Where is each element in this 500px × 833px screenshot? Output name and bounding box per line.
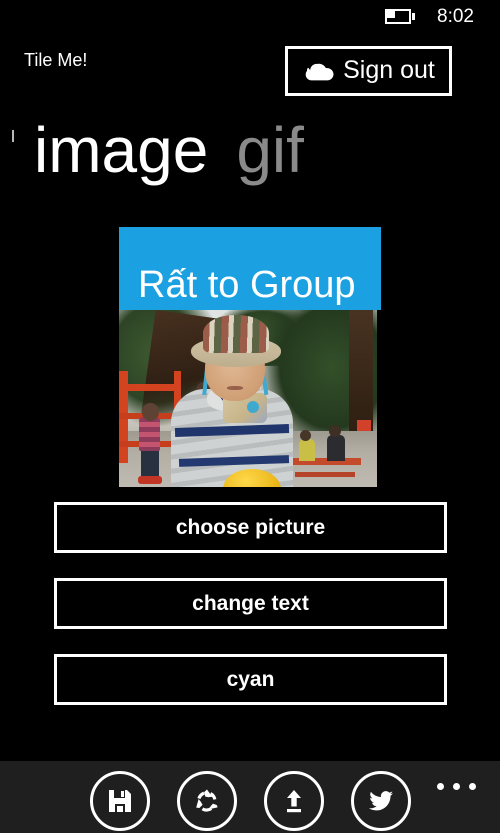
pivot-previous-sliver[interactable] [12, 130, 14, 142]
sign-out-label: Sign out [343, 55, 435, 84]
photo-person-seated-dark-head [329, 425, 341, 437]
upload-button[interactable] [264, 771, 324, 831]
photo-hat-crown [203, 315, 269, 353]
photo-chinstrap-knot [247, 401, 259, 413]
status-clock: 8:02 [437, 5, 474, 27]
change-text-button[interactable]: change text [54, 578, 447, 629]
tile-photo[interactable] [119, 310, 377, 487]
pivot-item-gif[interactable]: gif [236, 118, 304, 182]
tile-title-band: Rất to Group [119, 227, 381, 310]
save-icon [105, 786, 135, 816]
more-options-button[interactable] [434, 775, 478, 797]
action-button-group: choose picture change text cyan [54, 502, 447, 730]
photo-bench-lower [295, 472, 355, 477]
photo-child-mouth [227, 386, 243, 390]
more-dot-3 [468, 782, 476, 790]
battery-tip [412, 12, 416, 20]
more-dot-1 [436, 782, 444, 790]
pivot-item-image[interactable]: image [34, 118, 208, 182]
twitter-icon [365, 785, 397, 817]
photo-second-child-head [142, 403, 159, 421]
tile-color-label: cyan [226, 667, 275, 691]
recycle-icon [192, 786, 222, 816]
app-bar [0, 761, 500, 833]
photo-climbing-bar-top [119, 384, 181, 391]
app-bar-button-row [90, 771, 411, 831]
photo-second-child-shoes [138, 476, 162, 484]
more-dot-2 [452, 782, 460, 790]
sign-out-button[interactable]: Sign out [285, 46, 452, 96]
battery-icon [385, 8, 416, 24]
tile-color-button[interactable]: cyan [54, 654, 447, 705]
pivot-header-row: image gif [0, 118, 500, 193]
reset-button[interactable] [177, 771, 237, 831]
app-header: Tile Me! Sign out [0, 40, 500, 102]
photo-second-child-legs [141, 449, 159, 479]
photo-second-child-body [139, 417, 160, 451]
twitter-button[interactable] [351, 771, 411, 831]
change-text-label: change text [192, 591, 309, 615]
photo-red-sign [357, 420, 371, 431]
cloud-icon [302, 59, 336, 83]
tile-title-text: Rất to Group [138, 264, 356, 306]
photo-person-seated-dark [327, 435, 345, 461]
app-title: Tile Me! [24, 50, 88, 70]
battery-fill [387, 10, 396, 18]
photo-person-seated-yellow [299, 439, 315, 461]
choose-picture-label: choose picture [175, 515, 326, 539]
save-button[interactable] [90, 771, 150, 831]
upload-icon [279, 786, 309, 816]
choose-picture-button[interactable]: choose picture [54, 502, 447, 553]
status-bar: 8:02 [0, 0, 500, 32]
photo-person-seated-yellow-head [300, 430, 311, 441]
tile-preview[interactable]: Rất to Group [119, 227, 381, 487]
